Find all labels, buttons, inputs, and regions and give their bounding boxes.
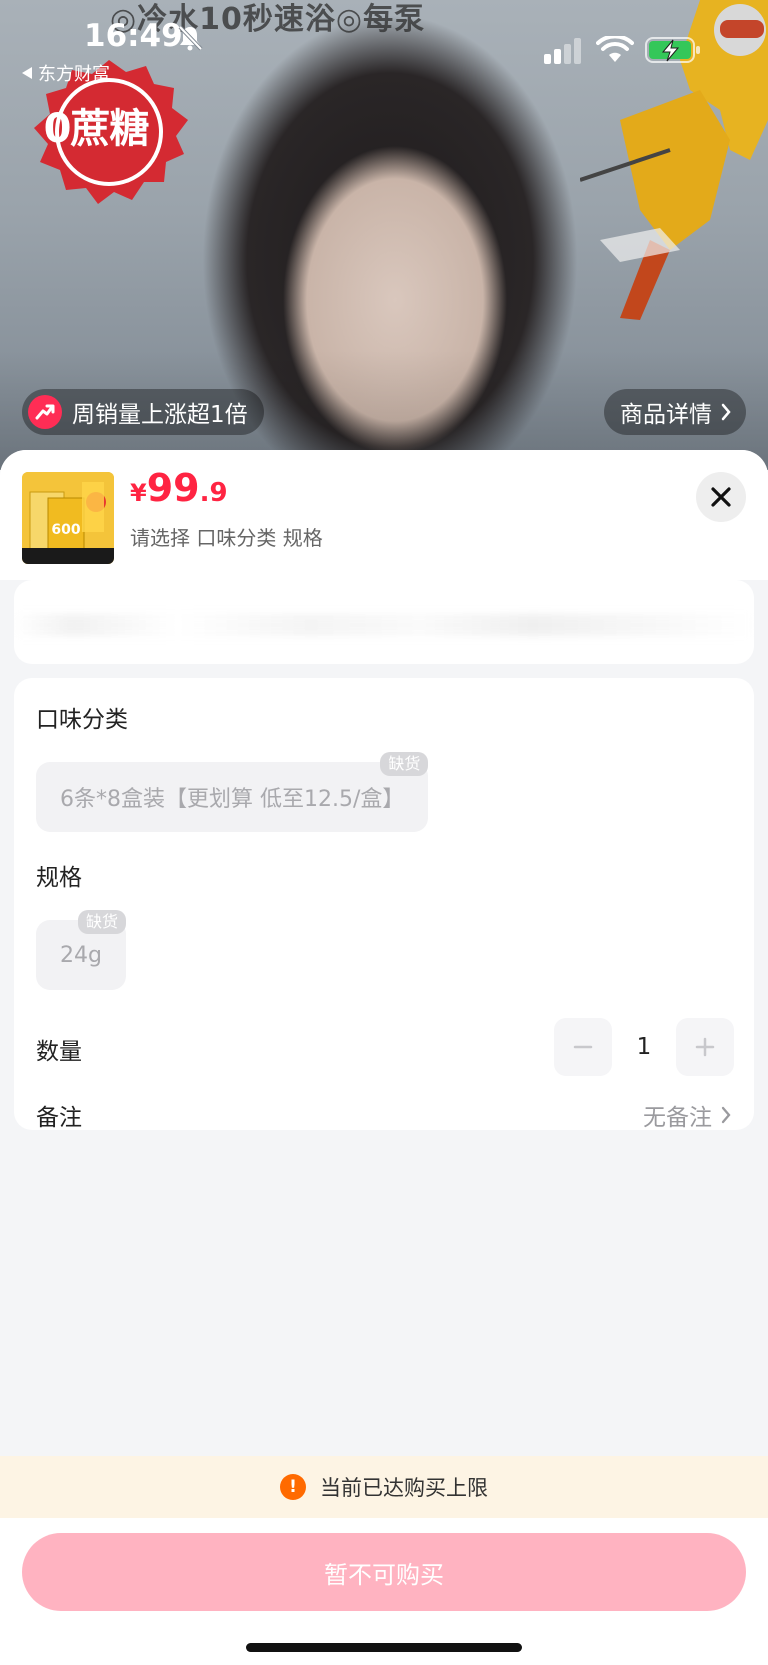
remark-value: 无备注 — [643, 1105, 712, 1131]
chevron-right-icon — [721, 1106, 731, 1124]
buy-button-disabled[interactable]: 暂不可购买 — [22, 1533, 746, 1611]
trend-up-icon — [28, 395, 62, 429]
battery-charging-icon — [645, 37, 700, 63]
out-of-stock-tag: 缺货 — [77, 910, 126, 934]
choose-hint: 请选择 口味分类 规格 — [130, 526, 323, 550]
seal-label: 0蔗糖 — [43, 106, 150, 152]
chevron-right-icon — [721, 403, 731, 421]
product-detail-label: 商品详情 — [620, 402, 712, 428]
remark-selector[interactable]: 无备注 — [643, 1098, 732, 1132]
quantity-title: 数量 — [36, 1039, 82, 1065]
sales-trend-label: 周销量上涨超1倍 — [72, 402, 248, 428]
svg-text:600: 600 — [51, 522, 80, 538]
quantity-value: 1 — [636, 1034, 652, 1060]
increase-button[interactable] — [676, 1018, 734, 1076]
back-app-label: 东方财富 — [38, 64, 110, 85]
product-detail-link[interactable]: 商品详情 — [604, 389, 746, 435]
sales-trend-badge: 周销量上涨超1倍 — [22, 389, 264, 435]
warning-icon: ! — [280, 1474, 306, 1500]
flavor-title: 口味分类 — [36, 707, 128, 733]
status-time: 16:49 — [84, 18, 183, 54]
close-icon — [711, 487, 731, 507]
spec-option-chip[interactable]: 24g 缺货 — [36, 910, 126, 990]
back-to-app-button[interactable]: 东方财富 — [22, 60, 110, 86]
plus-icon — [695, 1037, 715, 1057]
options-card: 口味分类 6条*8盒装【更划算 低至12.5/盒】 缺货 规格 24g 缺货 数… — [14, 678, 754, 1132]
decrease-button[interactable] — [554, 1018, 612, 1076]
price-decimal: .9 — [199, 478, 228, 508]
price-currency: ¥ — [130, 479, 147, 507]
home-indicator[interactable] — [246, 1643, 522, 1652]
blurred-info-card — [14, 580, 754, 664]
minus-icon — [573, 1045, 593, 1049]
spec-title: 规格 — [36, 865, 82, 891]
flavor-option-label: 6条*8盒装【更划算 低至12.5/盒】 — [60, 787, 405, 812]
out-of-stock-tag: 缺货 — [380, 752, 429, 776]
flavor-option-chip[interactable]: 6条*8盒装【更划算 低至12.5/盒】 缺货 — [36, 752, 429, 832]
price-integer: 99 — [146, 466, 200, 510]
remark-title: 备注 — [36, 1105, 82, 1131]
product-thumbnail[interactable]: 600 — [22, 472, 114, 564]
back-arrow-icon — [22, 67, 32, 79]
purchase-limit-notice: ! 当前已达购买上限 — [0, 1456, 768, 1518]
close-button[interactable] — [696, 472, 746, 522]
bell-off-icon — [178, 25, 203, 51]
sheet-header: 600 ¥ 99 .9 请选择 口味分类 规格 — [0, 450, 768, 580]
price: ¥ 99 .9 — [130, 466, 228, 510]
purchase-limit-text: 当前已达购买上限 — [320, 1476, 488, 1500]
spec-option-label: 24g — [60, 942, 102, 968]
bottom-action-area: 暂不可购买 — [0, 1518, 768, 1665]
blurred-content — [14, 614, 754, 636]
cellular-signal-icon — [544, 38, 581, 64]
wifi-icon — [596, 36, 634, 62]
quantity-stepper: 1 — [554, 1018, 734, 1076]
